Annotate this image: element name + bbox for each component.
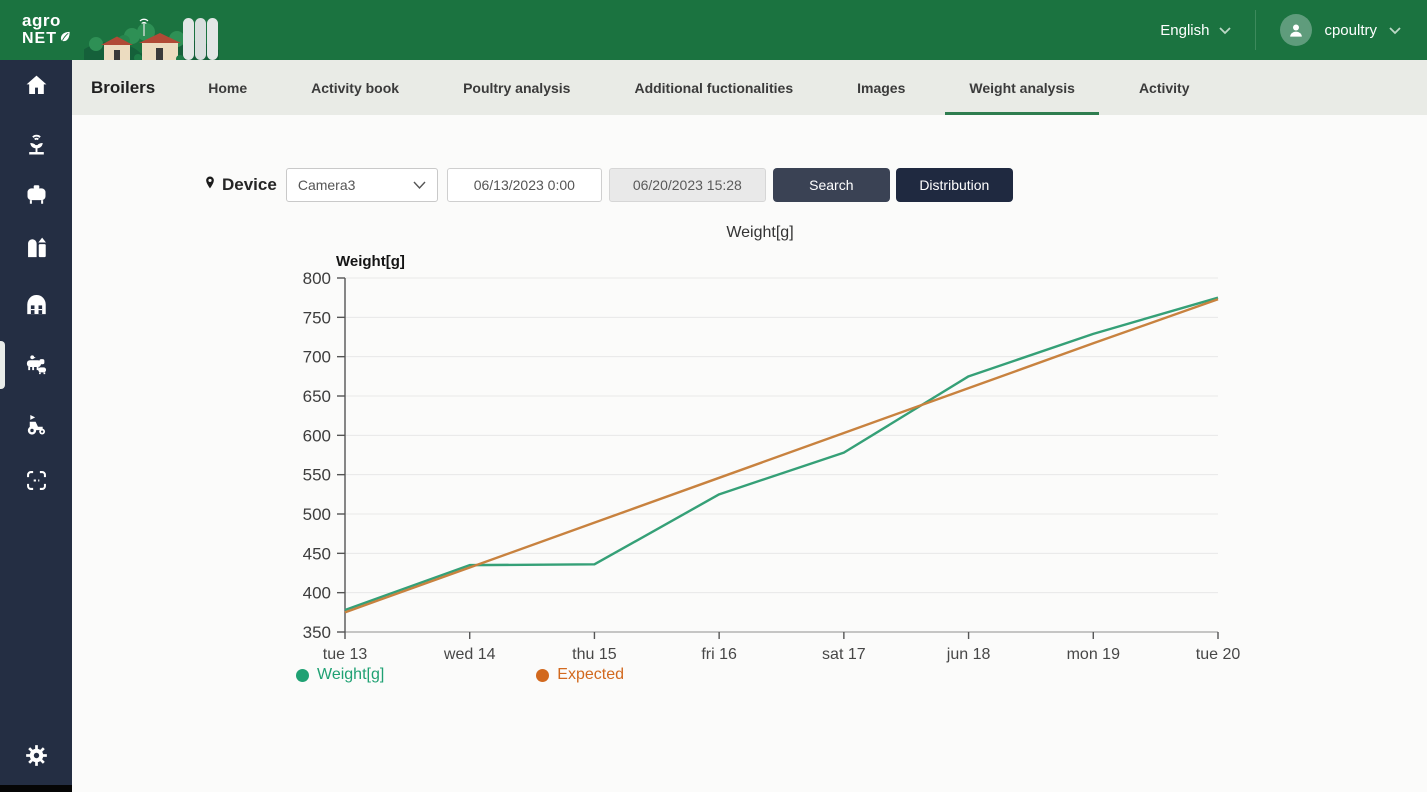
home-icon	[23, 72, 50, 104]
sidebar-nav	[0, 60, 72, 792]
sidebar-item-silos[interactable]	[0, 222, 72, 278]
filter-row: Device Camera3 06/13/2023 0:00 06/20/202…	[203, 167, 1013, 203]
distribution-button[interactable]: Distribution	[896, 168, 1013, 202]
chart-legend: Weight[g] Expected	[296, 666, 624, 684]
sidebar-item-home[interactable]	[0, 60, 72, 116]
header-divider	[1255, 10, 1256, 50]
tab-additional-functionalities[interactable]: Additional fuctionalities	[610, 60, 817, 115]
svg-text:450: 450	[303, 544, 331, 563]
svg-text:800: 800	[303, 269, 331, 288]
tab-weight-analysis[interactable]: Weight analysis	[945, 60, 1099, 115]
barn-icon	[23, 291, 50, 323]
search-button[interactable]: Search	[773, 168, 890, 202]
livestock-icon	[23, 351, 50, 383]
tab-activity-book[interactable]: Activity book	[287, 60, 423, 115]
feed-tank-icon	[23, 181, 50, 213]
user-menu[interactable]: cpoultry	[1280, 14, 1401, 46]
sidebar-item-crop-monitoring[interactable]	[0, 119, 72, 175]
tab-bar: Broilers Home Activity book Poultry anal…	[72, 60, 1427, 115]
language-label: English	[1160, 22, 1209, 39]
section-title-broilers[interactable]: Broilers	[91, 78, 155, 98]
logo-text-net: NET	[22, 31, 57, 47]
tab-home[interactable]: Home	[184, 60, 271, 115]
chevron-down-icon	[1219, 22, 1231, 39]
weight-line-chart: 350 400 450 500 550 600 650 700 750 800 tue 13 wed …	[280, 215, 1240, 665]
location-pin-icon	[203, 173, 217, 197]
avatar	[1280, 14, 1312, 46]
tab-poultry-analysis[interactable]: Poultry analysis	[439, 60, 594, 115]
top-header: agro NET	[0, 0, 1427, 60]
svg-text:sat 17: sat 17	[822, 646, 866, 663]
legend-item-expected[interactable]: Expected	[536, 666, 624, 684]
language-selector[interactable]: English	[1160, 22, 1231, 39]
sidebar-item-barn[interactable]	[0, 279, 72, 335]
svg-text:500: 500	[303, 505, 331, 524]
svg-text:750: 750	[303, 308, 331, 327]
scan-icon	[23, 467, 50, 499]
legend-dot-weight	[296, 669, 309, 682]
svg-text:600: 600	[303, 426, 331, 445]
svg-text:350: 350	[303, 623, 331, 642]
svg-text:550: 550	[303, 466, 331, 485]
tractor-icon	[23, 411, 50, 443]
svg-text:700: 700	[303, 348, 331, 367]
svg-text:400: 400	[303, 584, 331, 603]
sidebar-item-settings[interactable]	[0, 730, 72, 786]
leaf-icon	[58, 29, 72, 48]
tab-activity[interactable]: Activity	[1115, 60, 1214, 115]
sidebar-item-scan[interactable]	[0, 455, 72, 511]
svg-text:tue 20: tue 20	[1196, 646, 1240, 663]
agronet-logo[interactable]: agro NET	[22, 12, 84, 48]
svg-text:thu 15: thu 15	[572, 646, 617, 663]
date-to-input[interactable]: 06/20/2023 15:28	[609, 168, 766, 202]
chevron-down-icon	[413, 177, 426, 193]
legend-item-weight[interactable]: Weight[g]	[296, 666, 384, 684]
farm-illustration	[84, 6, 219, 60]
svg-text:jun 18: jun 18	[946, 646, 991, 663]
legend-label-expected: Expected	[557, 666, 624, 684]
device-label: Device	[203, 173, 277, 197]
plant-monitor-icon	[23, 131, 50, 163]
chevron-down-icon	[1389, 22, 1401, 39]
legend-dot-expected	[536, 669, 549, 682]
date-from-input[interactable]: 06/13/2023 0:00	[447, 168, 602, 202]
device-select-value: Camera3	[298, 177, 356, 193]
tab-images[interactable]: Images	[833, 60, 929, 115]
svg-text:tue 13: tue 13	[323, 646, 368, 663]
logo-text-agro: agro	[22, 12, 84, 29]
svg-text:fri 16: fri 16	[701, 646, 737, 663]
page: agro NET	[0, 0, 1427, 792]
device-select[interactable]: Camera3	[286, 168, 438, 202]
sidebar-item-livestock[interactable]	[0, 339, 72, 395]
legend-label-weight: Weight[g]	[317, 666, 384, 684]
svg-text:650: 650	[303, 387, 331, 406]
svg-text:mon 19: mon 19	[1067, 646, 1120, 663]
sidebar-item-machinery[interactable]	[0, 399, 72, 455]
gear-icon	[23, 742, 50, 774]
svg-text:wed 14: wed 14	[443, 646, 496, 663]
username-label: cpoultry	[1324, 22, 1377, 39]
silo-icon	[23, 234, 50, 266]
sidebar-bottom-strip	[0, 785, 72, 792]
sidebar-active-indicator	[0, 341, 5, 389]
sidebar-item-feed-tank[interactable]	[0, 169, 72, 225]
